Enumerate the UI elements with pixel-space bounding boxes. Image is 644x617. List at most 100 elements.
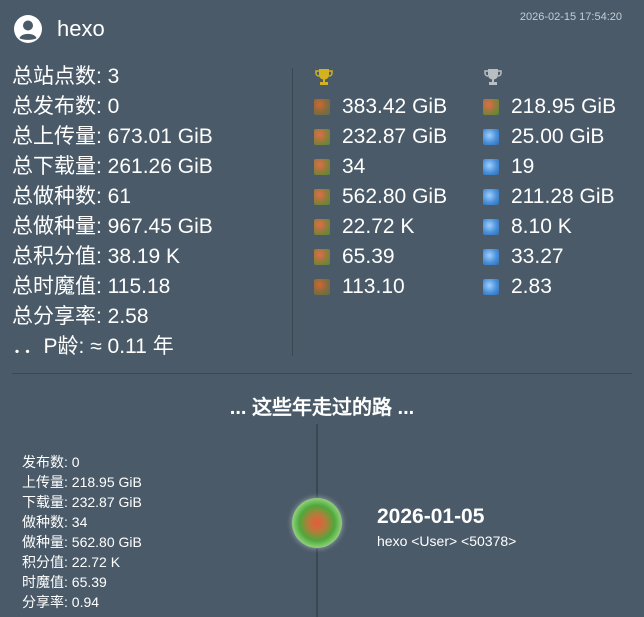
second-value-row: 2.83 (483, 272, 616, 302)
second-value: 8.10 K (511, 215, 572, 238)
stat-label: 总做种数 (12, 185, 96, 208)
site-favicon-icon (483, 249, 499, 265)
stat-value: 967.45 GiB (107, 215, 213, 238)
top-site-column: 383.42 GiB 232.87 GiB 34 562.80 GiB 22.7… (314, 62, 447, 302)
stat-published: 总发布数: 0 (12, 95, 120, 118)
stat-ratio: 总分享率: 2.58 (12, 305, 149, 328)
second-value-row: 25.00 GiB (483, 122, 616, 152)
detail-label: 积分值 (22, 554, 64, 570)
detail-value: 0 (71, 454, 80, 470)
top-value: 22.72 K (342, 215, 415, 238)
site-favicon-icon (483, 129, 499, 145)
stat-label: 总分享率 (12, 305, 96, 328)
second-value: 2.83 (511, 275, 552, 298)
stat-sites: 总站点数: 3 (12, 65, 120, 88)
site-favicon-icon (314, 129, 330, 145)
site-favicon-icon (483, 99, 499, 115)
detail-label: 时魔值 (22, 574, 64, 590)
second-value: 218.95 GiB (511, 95, 617, 118)
detail-row: 做种数: 34 (22, 514, 88, 530)
detail-label: 上传量 (22, 474, 64, 490)
top-value: 383.42 GiB (342, 95, 448, 118)
top-value: 65.39 (342, 245, 395, 268)
second-value-row: 218.95 GiB (483, 92, 616, 122)
event-date: 2026-01-05 (377, 505, 485, 528)
detail-row: 发布数: 0 (22, 454, 80, 470)
detail-value: 34 (71, 514, 88, 530)
stat-label: 总上传量 (12, 125, 96, 148)
second-site-column: 218.95 GiB 25.00 GiB 19 211.28 GiB 8.10 … (483, 62, 616, 302)
stat-seeding-bonus: 总时魔值: 115.18 (12, 275, 171, 298)
second-value-row: 211.28 GiB (483, 182, 616, 212)
top-value: 232.87 GiB (342, 125, 448, 148)
stat-label: 总站点数 (12, 65, 96, 88)
second-value-row: 19 (483, 152, 616, 182)
second-value: 33.27 (511, 245, 564, 268)
site-favicon-icon (314, 189, 330, 205)
detail-value: 218.95 GiB (71, 474, 142, 490)
timeline-title: ... 这些年走过的路 ... (229, 397, 415, 419)
detail-row: 做种量: 562.80 GiB (22, 534, 142, 550)
timeline-event-details: 发布数: 0 上传量: 218.95 GiB 下载量: 232.87 GiB 做… (22, 452, 142, 612)
stat-age: ．．P龄: ≈ 0.11 年 (12, 335, 174, 358)
detail-value: 65.39 (71, 574, 107, 590)
stat-value: ≈ 0.11 年 (90, 335, 174, 358)
top-value-row: 562.80 GiB (314, 182, 447, 212)
site-favicon-icon (314, 159, 330, 175)
stat-value: 2.58 (107, 305, 149, 328)
second-value-row: 33.27 (483, 242, 616, 272)
detail-label: 做种量 (22, 534, 64, 550)
site-favicon-icon (314, 279, 330, 295)
stat-seeding-count: 总做种数: 61 (12, 185, 132, 208)
top-value-row: 34 (314, 152, 447, 182)
detail-row: 分享率: 0.94 (22, 594, 100, 610)
timestamp: 2026-02-15 17:54:20 (519, 11, 622, 23)
stat-label: 总发布数 (12, 95, 96, 118)
site-favicon-icon (314, 99, 330, 115)
silver-trophy-icon (484, 69, 502, 85)
top-value: 113.10 (342, 275, 405, 298)
second-value: 25.00 GiB (511, 125, 605, 148)
top-value-row: 113.10 (314, 272, 447, 302)
top-value-row: 383.42 GiB (314, 92, 447, 122)
event-user-line: hexo <User> <50378> (377, 533, 517, 549)
stat-value: 115.18 (107, 275, 171, 298)
top-value: 562.80 GiB (342, 185, 448, 208)
vertical-divider (292, 68, 293, 356)
horizontal-divider (12, 373, 632, 374)
detail-label: 分享率 (22, 594, 64, 610)
site-favicon-icon (483, 159, 499, 175)
stat-label: 总积分值 (12, 245, 96, 268)
detail-label: 做种数 (22, 514, 64, 530)
top-value-row: 232.87 GiB (314, 122, 447, 152)
detail-row: 上传量: 218.95 GiB (22, 474, 142, 490)
stat-downloaded: 总下载量: 261.26 GiB (12, 155, 213, 178)
stat-label: 总时魔值 (12, 275, 96, 298)
username: hexo (57, 16, 105, 41)
user-circle-icon (14, 15, 42, 43)
gold-trophy-icon (315, 69, 333, 85)
second-value: 211.28 GiB (511, 185, 615, 208)
site-favicon-icon (314, 219, 330, 235)
site-favicon-icon (483, 219, 499, 235)
detail-value: 562.80 GiB (71, 534, 142, 550)
site-favicon-icon (483, 279, 499, 295)
site-favicon-icon (314, 249, 330, 265)
stat-uploaded: 总上传量: 673.01 GiB (12, 125, 213, 148)
stat-value: 61 (107, 185, 132, 208)
stat-label: 总下载量 (12, 155, 96, 178)
stat-value: 261.26 GiB (107, 155, 213, 178)
detail-row: 下载量: 232.87 GiB (22, 494, 142, 510)
stat-value: 38.19 K (107, 245, 181, 268)
detail-label: 发布数 (22, 454, 64, 470)
total-stats: 总站点数: 3 总发布数: 0 总上传量: 673.01 GiB 总下载量: 2… (12, 62, 213, 362)
detail-label: 下载量 (22, 494, 64, 510)
detail-value: 0.94 (71, 594, 100, 610)
stat-value: 3 (107, 65, 120, 88)
stat-value: 0 (107, 95, 120, 118)
second-value-row: 8.10 K (483, 212, 616, 242)
stat-value: 673.01 GiB (107, 125, 213, 148)
detail-row: 积分值: 22.72 K (22, 554, 121, 570)
top-value-row: 65.39 (314, 242, 447, 272)
stat-seeding-size: 总做种量: 967.45 GiB (12, 215, 213, 238)
